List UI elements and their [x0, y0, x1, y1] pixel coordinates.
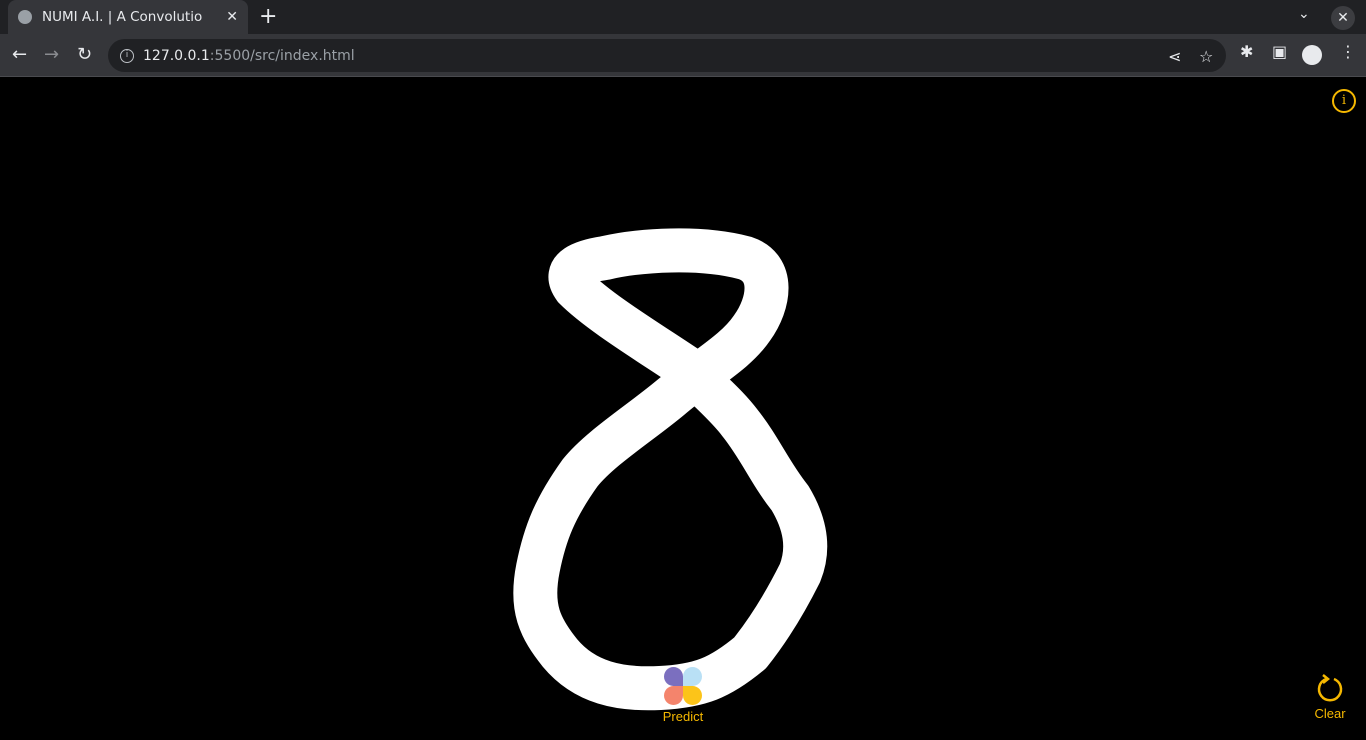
forward-icon[interactable]: →	[44, 44, 59, 65]
tab-bar: NUMI A.I. | A Convolutio ✕ + ⌄ ✕	[0, 0, 1366, 34]
side-panel-icon[interactable]: ▣	[1272, 42, 1287, 61]
new-tab-button[interactable]: +	[259, 4, 277, 29]
address-bar[interactable]: i 127.0.0.1:5500/src/index.html ⋖ ☆	[108, 39, 1226, 72]
drawing-canvas[interactable]	[0, 78, 1366, 736]
predict-button[interactable]: Predict	[653, 667, 713, 724]
back-icon[interactable]: ←	[12, 44, 27, 65]
extensions-icon[interactable]: ✱	[1240, 42, 1253, 61]
predict-label: Predict	[662, 709, 704, 724]
profile-icon[interactable]	[1302, 45, 1322, 65]
clear-label: Clear	[1314, 706, 1346, 721]
tab-title: NUMI A.I. | A Convolutio	[42, 9, 203, 25]
close-window-button[interactable]: ✕	[1331, 6, 1355, 30]
globe-icon	[18, 10, 32, 24]
url-path: :5500/src/index.html	[209, 47, 355, 64]
clear-button[interactable]: Clear	[1306, 673, 1354, 721]
refresh-icon	[1317, 674, 1343, 702]
close-tab-icon[interactable]: ✕	[226, 9, 238, 25]
clover-logo-icon	[664, 667, 702, 705]
chevron-down-icon[interactable]: ⌄	[1298, 6, 1310, 22]
menu-icon[interactable]: ⋮	[1340, 42, 1356, 61]
drawn-digit	[513, 228, 828, 711]
site-info-icon[interactable]: i	[120, 48, 134, 63]
url-host: 127.0.0.1	[143, 47, 210, 64]
info-button[interactable]: i	[1332, 89, 1356, 113]
star-icon[interactable]: ☆	[1199, 47, 1213, 66]
reload-icon[interactable]: ↻	[77, 44, 92, 65]
browser-toolbar: ← → ↻ i 127.0.0.1:5500/src/index.html ⋖ …	[0, 34, 1366, 77]
share-icon[interactable]: ⋖	[1168, 47, 1181, 66]
browser-tab[interactable]: NUMI A.I. | A Convolutio ✕	[8, 0, 248, 34]
